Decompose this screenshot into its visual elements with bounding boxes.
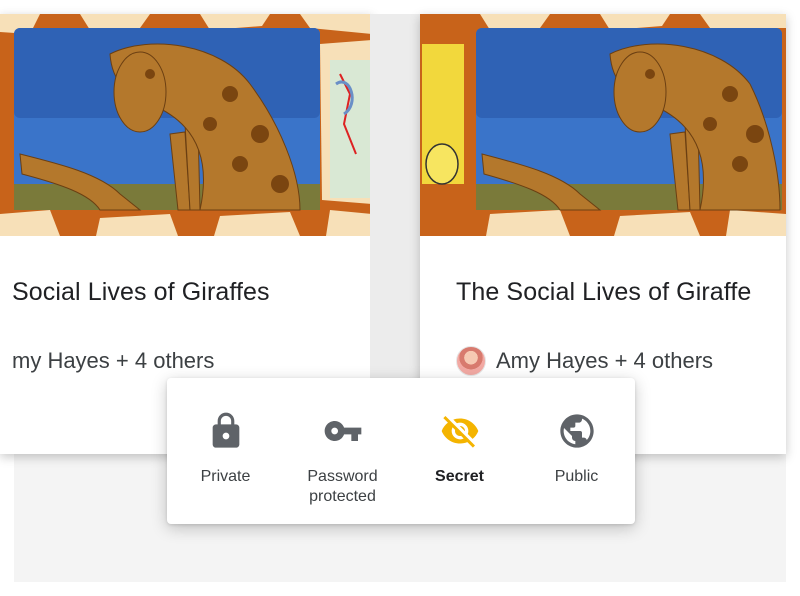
story-title: The Social Lives of Giraffe bbox=[456, 278, 752, 306]
visibility-option-label: Password protected bbox=[307, 468, 378, 505]
globe-icon bbox=[557, 411, 597, 451]
visibility-option-private[interactable]: Private bbox=[167, 378, 284, 524]
cover-image bbox=[420, 14, 786, 236]
visibility-option-secret[interactable]: Secret bbox=[401, 378, 518, 524]
visibility-menu: Private Password protected Secret Public bbox=[167, 378, 635, 524]
visibility-option-label: Secret bbox=[435, 468, 484, 485]
story-authors: Amy Hayes + 4 others bbox=[496, 348, 714, 373]
visibility-option-password[interactable]: Password protected bbox=[284, 378, 401, 524]
visibility-option-label: Public bbox=[554, 468, 599, 485]
avatar bbox=[456, 346, 486, 376]
key-icon bbox=[323, 411, 363, 451]
lock-icon bbox=[206, 411, 246, 451]
story-authors: my Hayes + 4 others bbox=[12, 348, 215, 373]
visibility-option-label: Private bbox=[200, 468, 251, 485]
cover-image bbox=[0, 14, 372, 236]
eye-off-icon bbox=[440, 411, 480, 451]
visibility-option-public[interactable]: Public bbox=[518, 378, 635, 524]
story-title: Social Lives of Giraffes bbox=[12, 278, 270, 306]
